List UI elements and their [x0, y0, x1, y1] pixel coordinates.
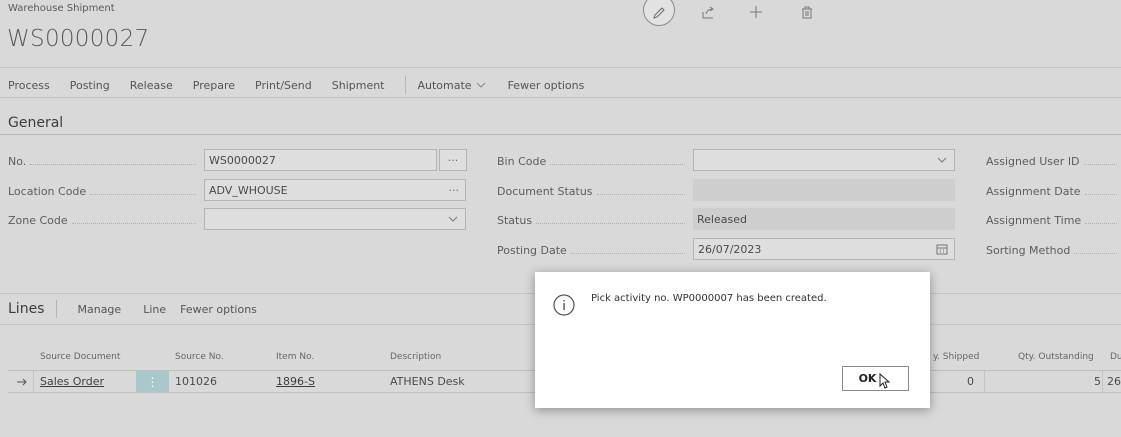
action-release[interactable]: Release	[130, 79, 173, 92]
trash-icon	[802, 6, 812, 18]
ok-button-label: OK	[858, 372, 877, 385]
assigned-user-id-label: Assigned User ID	[986, 155, 1121, 168]
plus-icon	[750, 6, 762, 18]
row-item-no-link[interactable]: 1896-S	[276, 375, 315, 388]
lines-line-action[interactable]: Line	[143, 303, 166, 316]
page-caption: Warehouse Shipment	[8, 3, 115, 14]
location-code-field[interactable]: ADV_WHOUSE ···	[204, 179, 466, 201]
col-header-qty-shipped[interactable]: y. Shipped	[933, 352, 979, 362]
location-label-text: Location Code	[8, 185, 87, 198]
lines-manage-action[interactable]: Manage	[77, 303, 121, 316]
no-field[interactable]: WS0000027	[204, 149, 437, 171]
row-divider	[984, 371, 985, 393]
calendar-icon[interactable]	[936, 243, 948, 255]
fewer-options-link[interactable]: Fewer options	[508, 79, 585, 92]
action-separator	[404, 76, 406, 94]
assignment-date-label-text: Assignment Date	[986, 185, 1081, 198]
zone-label-text: Zone Code	[8, 214, 68, 227]
sorting-method-label: Sorting Method	[986, 244, 1121, 257]
row-source-no: 101026	[175, 375, 217, 388]
row-du: 26	[1107, 375, 1121, 388]
zone-code-select[interactable]	[204, 208, 466, 230]
row-divider	[1102, 371, 1103, 393]
lines-separator	[56, 300, 58, 318]
action-process[interactable]: Process	[8, 79, 50, 92]
chevron-down-icon	[937, 157, 947, 163]
no-label-text: No.	[8, 155, 27, 168]
document-status-label: Document Status	[497, 185, 689, 198]
lines-toolbar: Lines Manage Line Fewer options	[8, 300, 257, 318]
zone-code-label: Zone Code	[8, 214, 200, 227]
action-automate[interactable]: Automate	[418, 79, 486, 92]
row-divider	[33, 371, 34, 393]
location-assist-icon[interactable]: ···	[449, 184, 460, 197]
assigned-user-label-text: Assigned User ID	[986, 155, 1080, 168]
action-shipment[interactable]: Shipment	[332, 79, 385, 92]
bin-code-select[interactable]	[693, 149, 955, 171]
col-header-description[interactable]: Description	[390, 352, 441, 362]
row-source-document-link[interactable]: Sales Order	[40, 375, 104, 388]
status-field: Released	[693, 208, 955, 230]
assignment-date-label: Assignment Date	[986, 185, 1121, 198]
document-status-field	[693, 179, 955, 201]
location-code-value: ADV_WHOUSE	[209, 183, 288, 197]
general-divider	[0, 134, 1121, 135]
action-prepare[interactable]: Prepare	[193, 79, 235, 92]
message-dialog: Pick activity no. WP0000007 has been cre…	[535, 272, 930, 408]
mouse-cursor-icon	[879, 373, 891, 389]
row-qty-shipped: 0	[967, 375, 974, 388]
lines-fewer-options[interactable]: Fewer options	[180, 303, 257, 316]
row-menu-button[interactable]: ⋮	[136, 371, 169, 392]
bin-label-text: Bin Code	[497, 155, 547, 168]
info-icon	[553, 294, 575, 316]
pencil-icon	[653, 7, 665, 19]
chevron-down-icon	[448, 216, 458, 222]
location-code-label: Location Code	[8, 185, 200, 198]
share-icon	[702, 6, 714, 18]
bin-code-label: Bin Code	[497, 155, 689, 168]
sorting-label-text: Sorting Method	[986, 244, 1071, 257]
delete-button[interactable]	[797, 0, 817, 24]
no-field-label: No.	[8, 155, 200, 168]
status-label-text: Status	[497, 214, 533, 227]
action-posting[interactable]: Posting	[70, 79, 110, 92]
col-header-source-document[interactable]: Source Document	[40, 352, 120, 362]
assignment-time-label: Assignment Time	[986, 214, 1121, 227]
col-header-source-no[interactable]: Source No.	[175, 352, 224, 362]
share-button[interactable]	[698, 0, 718, 24]
action-automate-label: Automate	[417, 78, 472, 92]
posting-date-field[interactable]: 26/07/2023	[693, 238, 955, 260]
action-bar: Process Posting Release Prepare Print/Se…	[8, 76, 604, 94]
posting-date-label: Posting Date	[497, 244, 689, 257]
assignment-time-label-text: Assignment Time	[986, 214, 1082, 227]
actions-divider	[0, 97, 1121, 98]
page-title: WS0000027	[7, 26, 150, 52]
col-header-item-no[interactable]: Item No.	[276, 352, 314, 362]
ok-button[interactable]: OK	[842, 366, 909, 391]
row-qty-outstanding: 5	[1094, 375, 1101, 388]
edit-button[interactable]	[643, 0, 675, 26]
row-description: ATHENS Desk	[390, 375, 465, 388]
arrow-right-icon	[17, 378, 27, 386]
dialog-message: Pick activity no. WP0000007 has been cre…	[591, 293, 827, 304]
no-assist-button[interactable]: ···	[439, 149, 467, 171]
header-divider	[0, 67, 1121, 68]
general-section-title: General	[8, 115, 64, 131]
posting-date-value: 26/07/2023	[698, 242, 762, 256]
col-header-qty-outstanding[interactable]: Qty. Outstanding	[1018, 352, 1094, 362]
action-print-send[interactable]: Print/Send	[255, 79, 312, 92]
lines-section-title: Lines	[8, 301, 45, 317]
status-label: Status	[497, 214, 689, 227]
new-button[interactable]	[746, 0, 766, 24]
posting-label-text: Posting Date	[497, 244, 567, 257]
col-header-du[interactable]: Du	[1110, 352, 1121, 362]
docstatus-label-text: Document Status	[497, 185, 593, 198]
chevron-down-icon	[476, 82, 485, 88]
